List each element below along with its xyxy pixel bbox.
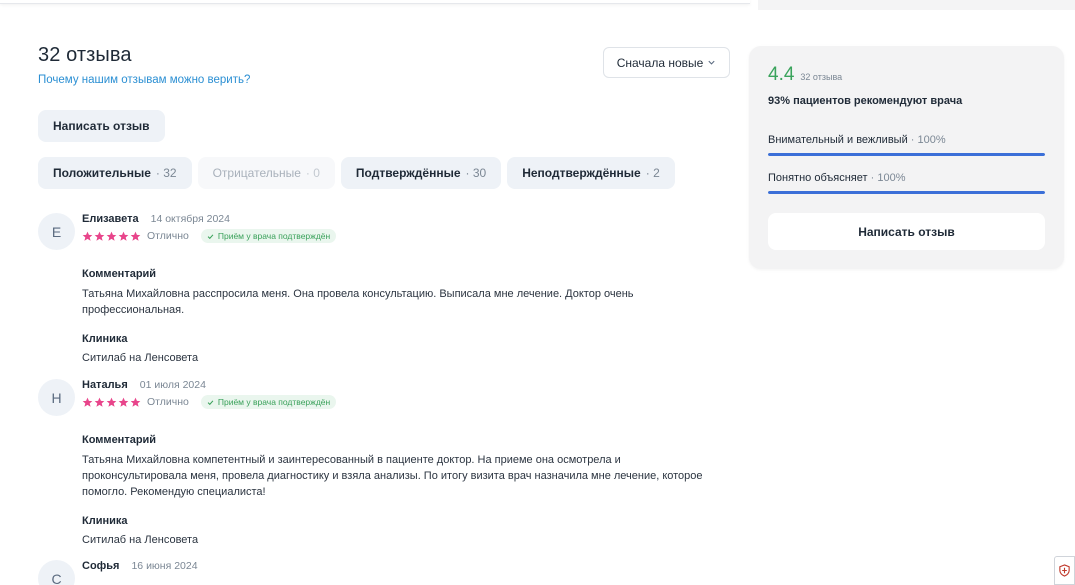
- verified-text: Приём у врача подтверждён: [217, 231, 331, 241]
- check-icon: [207, 233, 214, 239]
- metric-bar-fill: [768, 153, 1045, 156]
- reviews-section: 32 отзыва Почему нашим отзывам можно вер…: [38, 44, 738, 585]
- metric-attentive: Внимательный и вежливый · 100%: [768, 134, 1045, 156]
- check-icon: [207, 399, 214, 405]
- reviewer-name: Софья: [82, 560, 120, 572]
- reviewer-name: Елизавета: [82, 213, 139, 225]
- star-icon: [130, 397, 141, 407]
- metric-bar: [768, 153, 1045, 156]
- comment-text: Татьяна Михайловна расспросила меня. Она…: [82, 286, 732, 318]
- star-icon: [82, 397, 93, 407]
- review-date: 01 июля 2024: [139, 379, 206, 391]
- recommend-text: 93% пациентов рекомендуют врача: [768, 95, 963, 107]
- filter-label: Подтверждённые: [355, 166, 461, 180]
- comment-label: Комментарий: [82, 434, 157, 446]
- rating-summary-card: 4.4 32 отзыва 93% пациентов рекомендуют …: [749, 46, 1064, 269]
- avatar: Е: [38, 213, 75, 250]
- star-rating: [82, 397, 141, 408]
- star-icon: [106, 397, 117, 407]
- review-date: 14 октября 2024: [150, 213, 230, 225]
- filter-count: · 32: [155, 166, 177, 180]
- review-date: 16 июня 2024: [131, 560, 198, 572]
- star-icon: [130, 231, 141, 241]
- rating-word: Отлично: [147, 230, 189, 242]
- filter-label: Неподтверждённые: [522, 166, 641, 180]
- metric-bar-fill: [768, 191, 1045, 194]
- comment-text: Татьяна Михайловна компетентный и заинте…: [82, 452, 732, 500]
- metric-label: Понятно объясняет: [768, 172, 868, 184]
- filter-count: · 30: [465, 166, 487, 180]
- comment-line: Татьяна Михайловна расспросила меня. Она…: [82, 288, 634, 300]
- trust-link[interactable]: Почему нашим отзывам можно верить?: [38, 74, 250, 86]
- write-review-button[interactable]: Написать отзыв: [38, 110, 165, 142]
- star-icon: [94, 397, 105, 407]
- reviewer-name: Наталья: [82, 379, 128, 391]
- top-divider: [0, 0, 750, 4]
- comment-label: Комментарий: [82, 268, 157, 280]
- write-review-button-secondary[interactable]: Написать отзыв: [768, 213, 1045, 250]
- filter-chips: Положительные · 32 Отрицательные · 0 Под…: [38, 157, 675, 189]
- metric-bar: [768, 191, 1045, 194]
- star-icon: [94, 231, 105, 241]
- metric-label: Внимательный и вежливый: [768, 134, 908, 146]
- verified-text: Приём у врача подтверждён: [217, 397, 331, 407]
- star-icon: [118, 397, 129, 407]
- star-icon: [82, 231, 93, 241]
- filter-negative: Отрицательные · 0: [197, 157, 335, 189]
- avatar: С: [38, 560, 75, 585]
- clinic-name: Ситилаб на Ленсовета: [82, 352, 199, 364]
- extension-icon: [1059, 564, 1070, 577]
- filter-unverified[interactable]: Неподтверждённые · 2: [507, 157, 675, 189]
- reviews-count: 32 отзыва: [800, 72, 843, 82]
- rating-score: 4.4: [768, 64, 795, 85]
- star-rating: [82, 231, 141, 242]
- sort-label: Сначала новые: [616, 55, 704, 70]
- metric-percent: · 100%: [870, 172, 906, 184]
- filter-count: · 0: [305, 166, 320, 180]
- filter-label: Положительные: [53, 166, 151, 180]
- filter-label: Отрицательные: [212, 166, 301, 180]
- chevron-down-icon: [708, 60, 715, 65]
- verified-badge: Приём у врача подтверждён: [200, 229, 337, 243]
- comment-line: помогло. Рекомендую специалиста!: [82, 486, 266, 498]
- top-right-bar: [758, 0, 1075, 10]
- filter-verified[interactable]: Подтверждённые · 30: [340, 157, 502, 189]
- clinic-label: Клиника: [82, 515, 128, 527]
- extension-widget[interactable]: [1054, 556, 1075, 585]
- comment-line: профессиональная.: [82, 304, 185, 316]
- verified-badge: Приём у врача подтверждён: [200, 395, 337, 409]
- comment-line: Татьяна Михайловна компетентный и заинте…: [82, 454, 621, 466]
- rating-word: Отлично: [147, 396, 189, 408]
- avatar: Н: [38, 379, 75, 416]
- comment-line: проконсультировала меня, провела диагнос…: [82, 470, 703, 482]
- filter-count: · 2: [645, 166, 660, 180]
- clinic-label: Клиника: [82, 333, 128, 345]
- sort-dropdown[interactable]: Сначала новые: [603, 47, 730, 78]
- star-icon: [118, 231, 129, 241]
- metric-percent: · 100%: [910, 134, 946, 146]
- metric-explains: Понятно объясняет · 100%: [768, 172, 1045, 194]
- clinic-name: Ситилаб на Ленсовета: [82, 534, 199, 546]
- filter-positive[interactable]: Положительные · 32: [38, 157, 192, 189]
- star-icon: [106, 231, 117, 241]
